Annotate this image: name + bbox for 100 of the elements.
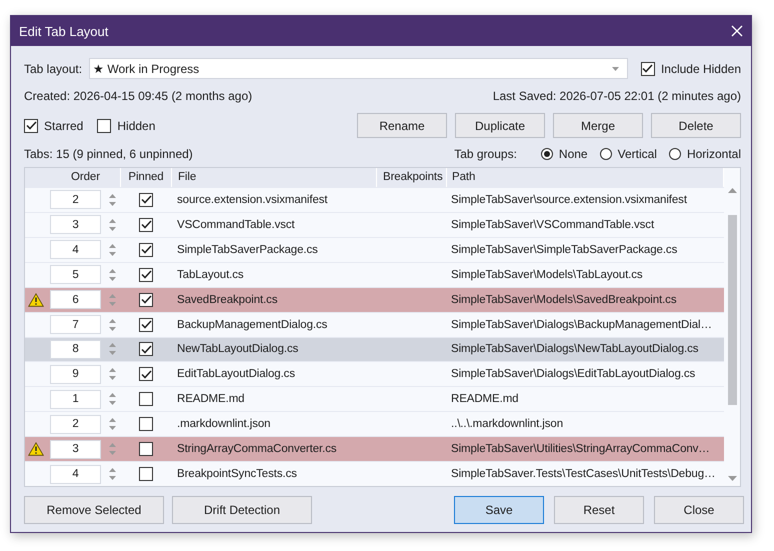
path-cell-text: SimpleTabSaver\Models\SavedBreakpoint.cs	[450, 294, 678, 306]
footer-button[interactable]: Reset	[554, 496, 644, 524]
include-hidden-checkbox[interactable]: Include Hidden	[640, 62, 741, 76]
spinner-icon[interactable]	[109, 318, 116, 332]
spinner-icon[interactable]	[109, 367, 116, 382]
flag-checkbox[interactable]: Hidden	[97, 118, 156, 132]
spinner-icon[interactable]	[109, 218, 116, 232]
order-field[interactable]: 8	[50, 340, 101, 359]
spinner-icon[interactable]	[109, 467, 116, 482]
flag-checkbox[interactable]: Starred	[24, 118, 84, 132]
spinner-icon[interactable]	[109, 442, 116, 456]
table-row[interactable]: 7 BackupManagementDialog.cs SimpleTabSaver\Dialogs\BackupManagementDial…	[25, 312, 724, 337]
file-cell-text: VSCommandTable.vsct	[176, 218, 296, 231]
order-field[interactable]: 5	[50, 265, 101, 284]
tab-group-radio[interactable]: None	[540, 147, 588, 161]
spinner-icon[interactable]	[109, 292, 116, 307]
pinned-checkbox[interactable]	[139, 367, 153, 382]
pinned-checkbox[interactable]	[139, 467, 153, 482]
path-cell-text: SimpleTabSaver\Utilities\StringArrayCommaConv…	[450, 443, 711, 456]
spinner-icon[interactable]	[109, 417, 116, 432]
path-cell-text: SimpleTabSaver\Dialogs\EditTabLayoutDialog.cs	[450, 368, 696, 380]
tab-group-radio[interactable]: Vertical	[600, 147, 657, 161]
file-cell-text: BackupManagementDialog.cs	[176, 318, 328, 331]
file-cell-text: source.extension.vsixmanifest	[176, 194, 329, 206]
file-cell-text: StringArrayCommaConverter.cs	[176, 443, 338, 456]
table-row[interactable]: 5 TabLayout.cs SimpleTabSaver\Models\TabLayout.cs	[25, 262, 724, 287]
action-button[interactable]: Rename	[357, 113, 447, 138]
check-icon	[642, 64, 654, 73]
file-cell-text: BreakpointSyncTests.cs	[176, 468, 298, 480]
footer-button[interactable]: Save	[454, 496, 544, 524]
path-cell-text: SimpleTabSaver\Models\TabLayout.cs	[450, 268, 644, 281]
scroll-thumb[interactable]	[728, 215, 736, 405]
pinned-checkbox[interactable]	[139, 392, 153, 406]
pinned-checkbox[interactable]	[139, 192, 153, 207]
order-field[interactable]: 4	[50, 464, 101, 484]
file-cell-text: SavedBreakpoint.cs	[176, 294, 278, 306]
action-button[interactable]: Merge	[553, 113, 643, 138]
window-title: Edit Tab Layout	[19, 24, 108, 38]
spinner-icon[interactable]	[109, 342, 116, 356]
path-cell-text: SimpleTabSaver.Tests\TestCases\UnitTests\Debug…	[450, 468, 716, 480]
file-cell-text: EditTabLayoutDialog.cs	[176, 368, 296, 380]
pinned-checkbox[interactable]	[139, 417, 153, 432]
table-row[interactable]: 6 SavedBreakpoint.cs SimpleTabSaver\Models\SavedBreakpoint.cs	[25, 286, 724, 312]
path-cell-text: README.md	[450, 393, 520, 406]
file-cell-text: NewTabLayoutDialog.cs	[176, 343, 300, 356]
scroll-down-icon[interactable]	[728, 476, 736, 481]
pinned-checkbox[interactable]	[139, 242, 153, 257]
order-field[interactable]: 3	[50, 215, 101, 234]
last-saved-text: Last Saved: 2026-07-05 22:01 (2 minutes ago)	[492, 89, 741, 103]
pinned-checkbox[interactable]	[139, 442, 153, 456]
path-cell-text: SimpleTabSaver\VSCommandTable.vsct	[450, 218, 656, 231]
table-row[interactable]: 4 BreakpointSyncTests.cs SimpleTabSaver.Tests\TestCases\UnitTests\Debug…	[25, 461, 724, 486]
table-row[interactable]: 3 VSCommandTable.vsct SimpleTabSaver\VSCommandTable.vsct	[25, 212, 724, 237]
tabs-summary: Tabs: 15 (9 pinned, 6 unpinned)	[24, 147, 193, 161]
spinner-icon[interactable]	[109, 242, 116, 257]
pinned-checkbox[interactable]	[139, 218, 153, 232]
pinned-checkbox[interactable]	[139, 318, 153, 332]
table-row[interactable]: 3 StringArrayCommaConverter.cs SimpleTabSaver\Utilities\StringArrayCommaConv…	[25, 436, 724, 462]
footer-button[interactable]: Drift Detection	[172, 496, 312, 524]
spinner-icon[interactable]	[109, 192, 116, 207]
path-cell-text: SimpleTabSaver\source.extension.vsixmanifest	[450, 194, 688, 206]
table-row[interactable]: 1 README.md README.md	[25, 386, 724, 412]
path-cell-text: ..\..\.markdownlint.json	[450, 418, 564, 430]
order-field[interactable]: 7	[50, 315, 101, 334]
pinned-checkbox[interactable]	[139, 292, 153, 307]
pinned-checkbox[interactable]	[139, 342, 153, 356]
warning-icon	[28, 292, 44, 307]
order-field[interactable]: 6	[50, 290, 101, 310]
check-icon	[26, 121, 36, 130]
path-cell-text: SimpleTabSaver\Dialogs\NewTabLayoutDialog.cs	[450, 343, 700, 356]
footer-button[interactable]: Remove Selected	[24, 496, 164, 524]
order-field[interactable]: 1	[50, 390, 101, 409]
table-row[interactable]: 8 NewTabLayoutDialog.cs SimpleTabSaver\Dialogs\NewTabLayoutDialog.cs	[25, 336, 724, 362]
path-cell-text: SimpleTabSaver\Dialogs\BackupManagementDial…	[450, 318, 713, 331]
dropdown-arrow-icon	[612, 66, 619, 70]
close-icon[interactable]	[731, 25, 743, 37]
tab-group-radio[interactable]: Horizontal	[668, 147, 741, 161]
action-button[interactable]: Delete	[651, 113, 741, 138]
tab-layout-dropdown[interactable]: ★ Work in Progress	[89, 58, 628, 79]
spinner-icon[interactable]	[109, 392, 116, 406]
footer-button[interactable]: Close	[654, 496, 744, 524]
order-field[interactable]: 2	[50, 190, 101, 210]
file-cell-text: TabLayout.cs	[176, 268, 245, 281]
table-row[interactable]: 2 .markdownlint.json ..\..\.markdownlint.json	[25, 411, 724, 436]
path-cell-text: SimpleTabSaver\SimpleTabSaverPackage.cs	[450, 244, 678, 256]
spinner-icon[interactable]	[109, 268, 116, 282]
order-field[interactable]: 9	[50, 364, 101, 384]
scroll-up-icon[interactable]	[728, 188, 736, 193]
file-cell-text: SimpleTabSaverPackage.cs	[176, 244, 319, 256]
table-row[interactable]: 4 SimpleTabSaverPackage.cs SimpleTabSaver\SimpleTabSaverPackage.cs	[25, 236, 724, 262]
tab-layout-label: Tab layout:	[24, 62, 82, 76]
table-row[interactable]: 2 source.extension.vsixmanifest SimpleTabSaver\source.extension.vsixmanifest	[25, 187, 724, 212]
order-field[interactable]: 2	[50, 414, 101, 434]
pinned-checkbox[interactable]	[139, 268, 153, 282]
action-button[interactable]: Duplicate	[455, 113, 545, 138]
tab-groups-label: Tab groups:	[454, 147, 517, 161]
table-row[interactable]: 9 EditTabLayoutDialog.cs SimpleTabSaver\Dialogs\EditTabLayoutDialog.cs	[25, 361, 724, 386]
file-cell-text: .markdownlint.json	[176, 418, 272, 430]
order-field[interactable]: 4	[50, 240, 101, 260]
order-field[interactable]: 3	[50, 440, 101, 459]
